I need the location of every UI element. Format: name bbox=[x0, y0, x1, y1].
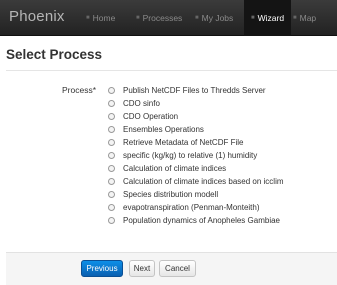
nav-item-label: My Jobs bbox=[201, 13, 234, 23]
nav-item-my-jobs[interactable]: ■ My Jobs bbox=[195, 0, 233, 36]
process-option-label[interactable]: Population dynamics of Anopheles Gambiae bbox=[123, 216, 280, 225]
globe-icon: ■ bbox=[293, 15, 297, 21]
process-option[interactable]: Publish NetCDF Files to Thredds Server bbox=[108, 84, 284, 97]
process-option[interactable]: Ensembles Operations bbox=[108, 123, 284, 136]
radio-button[interactable] bbox=[108, 100, 115, 107]
process-option[interactable]: Population dynamics of Anopheles Gambiae bbox=[108, 214, 284, 227]
radio-button[interactable] bbox=[108, 87, 115, 94]
title-divider bbox=[6, 70, 337, 71]
nav-item-home[interactable]: ■ Home bbox=[86, 0, 115, 36]
process-option[interactable]: Retrieve Metadata of NetCDF File bbox=[108, 136, 284, 149]
process-option[interactable]: specific (kg/kg) to relative (1) humidit… bbox=[108, 149, 284, 162]
cog-icon: ■ bbox=[136, 15, 140, 21]
nav-item-map[interactable]: ■ Map bbox=[293, 0, 316, 36]
next-button[interactable]: Next bbox=[129, 260, 155, 277]
nav-item-label: Home bbox=[92, 13, 116, 23]
brand-logo[interactable]: Phoenix bbox=[9, 8, 65, 25]
process-option-label[interactable]: Retrieve Metadata of NetCDF File bbox=[123, 138, 244, 147]
page-title: Select Process bbox=[6, 47, 103, 62]
list-icon: ■ bbox=[195, 15, 199, 21]
radio-button[interactable] bbox=[108, 152, 115, 159]
process-option-label[interactable]: evapotranspiration (Penman-Monteith) bbox=[123, 203, 260, 212]
nav-item-label: Map bbox=[299, 13, 317, 23]
process-option[interactable]: Species distribution modell bbox=[108, 188, 284, 201]
radio-button[interactable] bbox=[108, 204, 115, 211]
cancel-button[interactable]: Cancel bbox=[159, 260, 196, 277]
process-option-label[interactable]: Calculation of climate indices based on … bbox=[123, 177, 284, 186]
magic-icon: ■ bbox=[251, 15, 255, 21]
process-field-label: Process* bbox=[62, 85, 97, 95]
radio-button[interactable] bbox=[108, 165, 115, 172]
radio-button[interactable] bbox=[108, 217, 115, 224]
home-icon: ■ bbox=[86, 15, 90, 21]
radio-button[interactable] bbox=[108, 113, 115, 120]
process-option-label[interactable]: CDO Operation bbox=[123, 112, 178, 121]
process-option[interactable]: Calculation of climate indices bbox=[108, 162, 284, 175]
radio-button[interactable] bbox=[108, 178, 115, 185]
process-option-label[interactable]: Ensembles Operations bbox=[123, 125, 204, 134]
process-option[interactable]: CDO sinfo bbox=[108, 97, 284, 110]
nav-item-label: Processes bbox=[142, 13, 183, 23]
process-option[interactable]: evapotranspiration (Penman-Monteith) bbox=[108, 201, 284, 214]
nav-item-wizard[interactable]: ■ Wizard bbox=[244, 0, 292, 36]
process-option-label[interactable]: specific (kg/kg) to relative (1) humidit… bbox=[123, 151, 257, 160]
top-navbar: Phoenix ■ Home ■ Processes ■ My Jobs ■ W… bbox=[0, 0, 337, 36]
process-option-label[interactable]: CDO sinfo bbox=[123, 99, 160, 108]
process-option[interactable]: CDO Operation bbox=[108, 110, 284, 123]
process-option-label[interactable]: Calculation of climate indices bbox=[123, 164, 226, 173]
process-option-label[interactable]: Species distribution modell bbox=[123, 190, 218, 199]
process-option-label[interactable]: Publish NetCDF Files to Thredds Server bbox=[123, 86, 266, 95]
previous-button[interactable]: Previous bbox=[81, 260, 123, 277]
nav-item-processes[interactable]: ■ Processes bbox=[136, 0, 182, 36]
radio-button[interactable] bbox=[108, 139, 115, 146]
nav-item-label: Wizard bbox=[257, 13, 285, 23]
radio-button[interactable] bbox=[108, 191, 115, 198]
process-radio-group: Publish NetCDF Files to Thredds Server C… bbox=[108, 84, 284, 227]
radio-button[interactable] bbox=[108, 126, 115, 133]
process-option[interactable]: Calculation of climate indices based on … bbox=[108, 175, 284, 188]
